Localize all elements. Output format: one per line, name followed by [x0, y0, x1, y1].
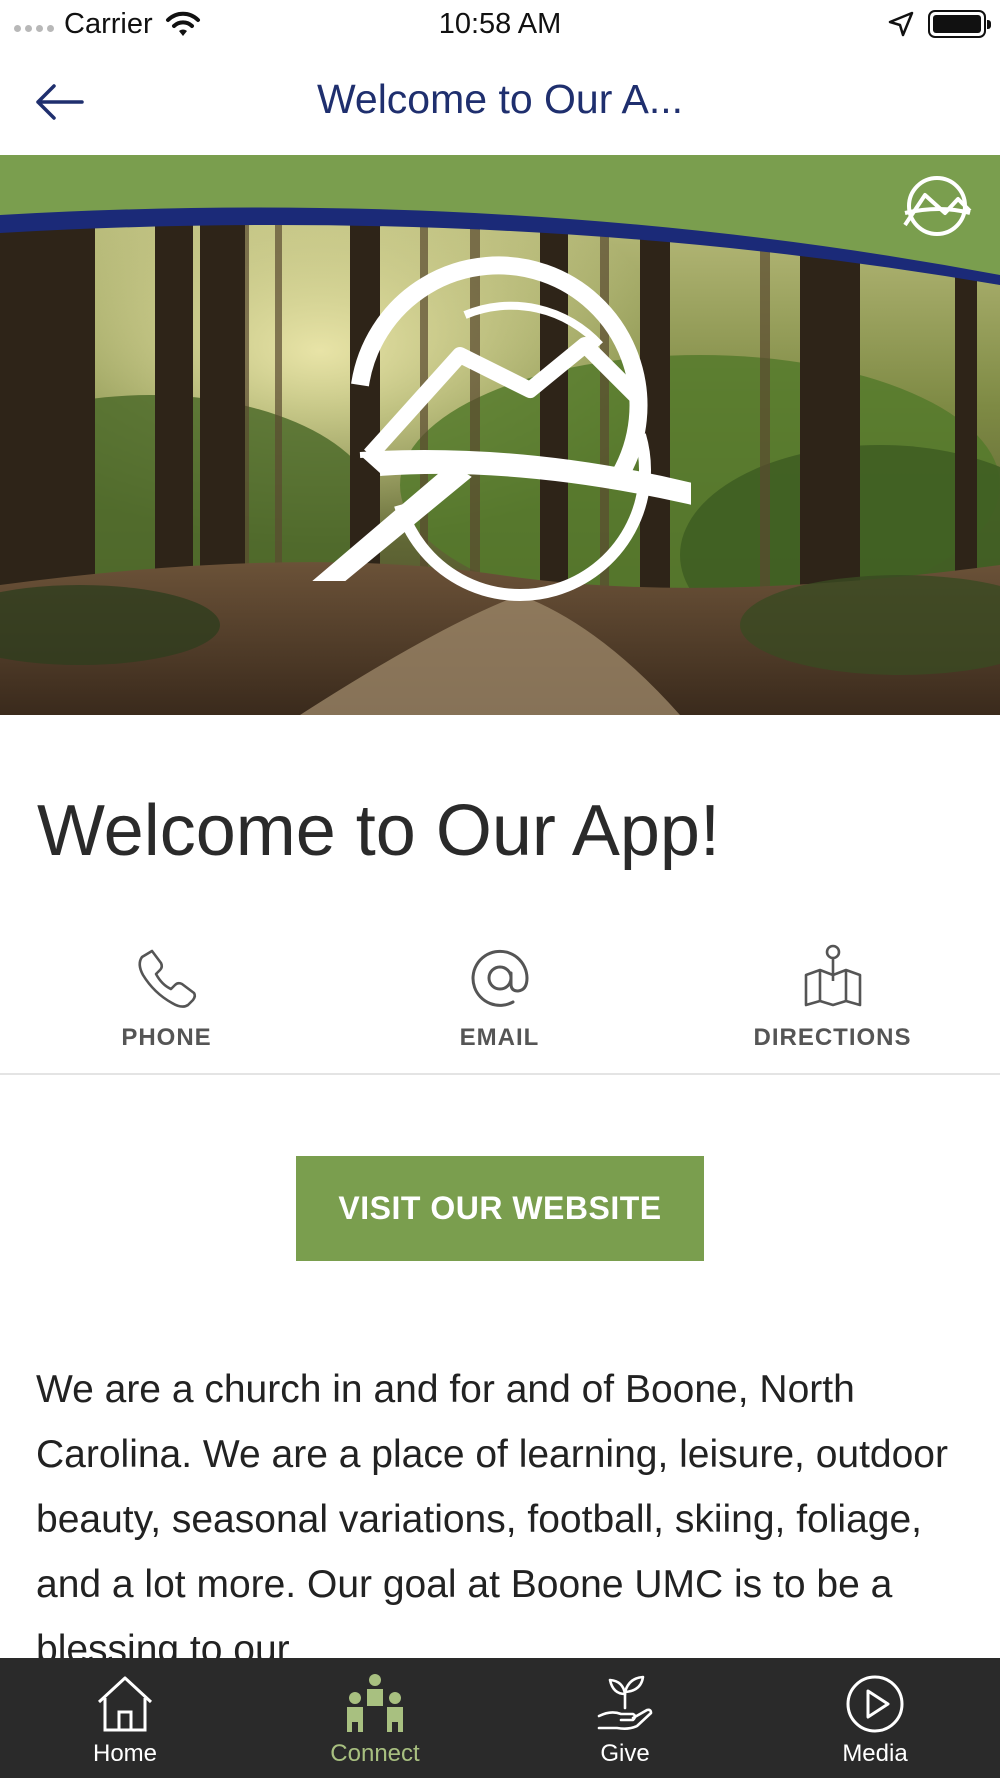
- tab-connect[interactable]: Connect: [250, 1658, 500, 1778]
- map-pin-icon: [804, 944, 861, 1007]
- hero-banner: [0, 155, 1000, 715]
- tab-connect-label: Connect: [330, 1740, 420, 1767]
- contact-actions: PHONE EMAIL DIRECTIONS: [0, 935, 1000, 1075]
- location-arrow-icon: [888, 11, 914, 37]
- hand-plant-icon: [597, 1675, 653, 1730]
- back-button[interactable]: [24, 72, 94, 132]
- back-arrow-icon: [36, 84, 84, 120]
- email-label: EMAIL: [459, 1024, 540, 1051]
- church-description: We are a church in and for and of Boone,…: [36, 1368, 948, 1671]
- directions-button[interactable]: DIRECTIONS: [666, 935, 999, 1055]
- directions-label: DIRECTIONS: [753, 1024, 912, 1051]
- people-icon: [347, 1674, 403, 1732]
- tab-media-label: Media: [842, 1740, 908, 1767]
- home-icon: [97, 1676, 153, 1732]
- play-circle-icon: [846, 1675, 904, 1733]
- tab-home[interactable]: Home: [0, 1658, 250, 1778]
- tab-give[interactable]: Give: [500, 1658, 750, 1778]
- page-heading: Welcome to Our App!: [37, 791, 720, 871]
- tab-give-label: Give: [600, 1740, 650, 1767]
- phone-button[interactable]: PHONE: [0, 935, 333, 1055]
- phone-icon: [137, 949, 196, 1008]
- forest-image: [0, 155, 1000, 715]
- tab-bar: Home Connect Give Media: [0, 1658, 1000, 1778]
- clock: 10:58 AM: [438, 8, 562, 40]
- battery-icon: [928, 10, 991, 38]
- nav-title: Welcome to Our A...: [316, 76, 684, 122]
- nav-bar: Welcome to Our A...: [0, 50, 1000, 155]
- tab-media[interactable]: Media: [750, 1658, 1000, 1778]
- email-button[interactable]: EMAIL: [333, 935, 666, 1055]
- phone-label: PHONE: [121, 1024, 212, 1051]
- visit-website-button[interactable]: VISIT OUR WEBSITE: [296, 1156, 704, 1261]
- status-bar: Carrier 10:58 AM: [0, 0, 1000, 50]
- tab-home-label: Home: [92, 1740, 158, 1767]
- at-icon: [471, 949, 529, 1007]
